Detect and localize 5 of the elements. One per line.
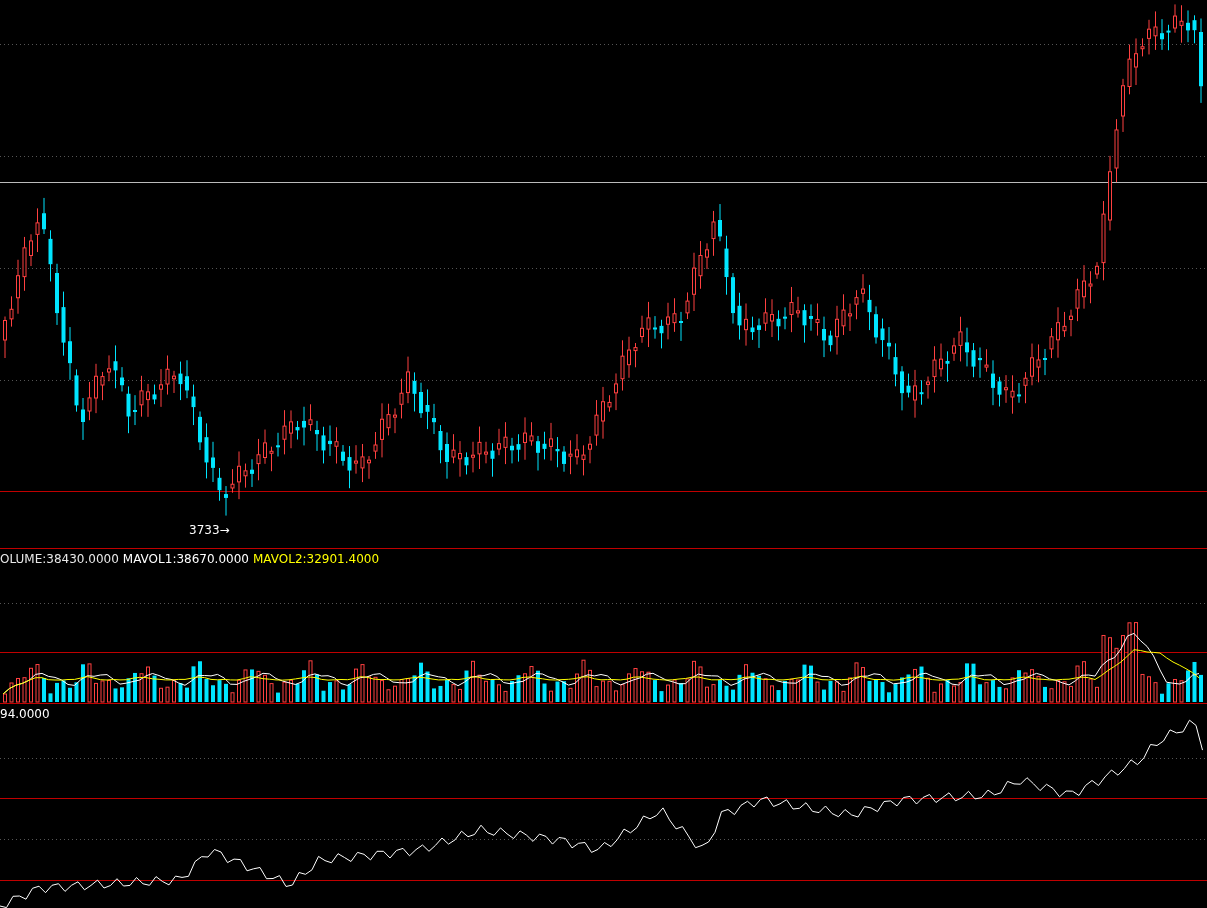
low-price-label: 3733→ [189, 523, 230, 537]
indicator-readout: 94.0000 [0, 707, 50, 721]
volume-readout: MAVOL2:32901.4000 [252, 552, 380, 566]
volume-readout: MAVOL1:38670.0000 [122, 552, 249, 566]
volume-readout: OLUME:38430.0000 [0, 552, 119, 566]
